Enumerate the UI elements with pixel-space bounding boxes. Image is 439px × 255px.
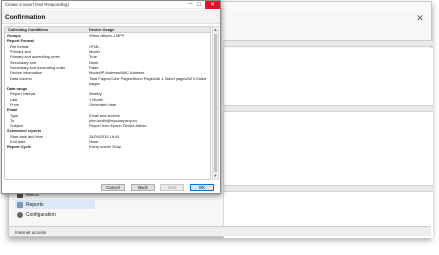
create-report-dialog: Create a report (Not Responding) — ☐ ✕ C… (1, 0, 221, 194)
dialog-title: Create a report (Not Responding) (5, 2, 69, 7)
dialog-titlebar: Create a report (Not Responding) — ☐ ✕ (2, 1, 220, 9)
nav-item-reports[interactable]: Reports (15, 200, 95, 209)
minimize-icon[interactable]: — (186, 1, 194, 9)
grid-row-key: File format (10, 43, 29, 49)
grid-section-row: Report Cycle Every month 1Day (5, 144, 210, 149)
grid-row-value: Model/IP Address/MAC Address (89, 70, 145, 76)
grid-row-key: Last (10, 96, 18, 102)
grid-row-value: Every month 1Day (89, 144, 122, 150)
grid-row-value: \Rimu office\LJ-MFP (89, 33, 125, 39)
next-button[interactable]: Next (160, 184, 184, 191)
grid-row-value: Report from Epson Device Admin (89, 123, 147, 129)
grid-rows: Groups \Rimu office\LJ-MFP Report Format Fi… (5, 33, 210, 150)
grid-row-value: pages (89, 80, 100, 86)
grid-row-value: Email and archive (89, 112, 120, 118)
nav-item-label: Reports (26, 201, 44, 208)
grid-header-value: Device Usage (89, 27, 115, 32)
nav-item-configuration[interactable]: Configuration (15, 210, 95, 219)
background-section-bar (223, 105, 433, 112)
grid-row-key: Data range (7, 86, 28, 92)
back-button[interactable]: Back (131, 184, 155, 191)
background-section-bar-lower (223, 185, 433, 192)
background-toolbar (223, 40, 433, 47)
grid-row-key: Start date and time (10, 133, 43, 139)
grid-row-value: True (89, 54, 97, 60)
status-bar: Internet access (9, 226, 431, 236)
grid-row-key: Scheduled reports (7, 128, 42, 134)
scroll-thumb[interactable] (214, 34, 217, 172)
grid-row-key: Report interval (10, 91, 36, 97)
report-icon (17, 201, 23, 208)
grid-row-key: Report Cycle (7, 144, 31, 150)
grid-row-key: Type (10, 112, 19, 118)
grid-row-value: False (89, 64, 99, 70)
grid-row-value: Model (89, 49, 100, 55)
grid-row-value: None (89, 139, 99, 145)
grid-row-key: To (10, 117, 15, 123)
grid-row-key: Device information (10, 70, 43, 76)
status-text: Internet access (15, 230, 47, 235)
background-content-pane (223, 48, 433, 238)
grid-row-value: None (89, 59, 99, 65)
grid-row-value: Total Pages/Color Pages/Mono Pages/All 1… (89, 75, 207, 81)
grid-row-key: Secondary sort Ascending order (10, 64, 66, 70)
scroll-down-icon[interactable]: ▼ (213, 173, 218, 179)
close-icon[interactable]: ✕ (205, 1, 220, 9)
grid-row-key: Report Format (7, 38, 34, 44)
grid-row-value: Generated date (89, 102, 117, 107)
maximize-icon[interactable]: ☐ (195, 1, 203, 9)
grid-row-value: 15/09/2015 16:44 (89, 133, 120, 139)
grid-row-key: End date (10, 139, 26, 145)
grid-row-key: Primary sort ascending order (10, 54, 60, 60)
grid-row-value: 1 Month (89, 96, 104, 102)
grid-row-value: john.smith@mycompany.eu (89, 117, 137, 123)
grid-row-value: Weekly (89, 91, 102, 97)
grid-row-key: Data column (10, 75, 32, 81)
gear-icon (17, 211, 23, 218)
grid-row-key: Secondary sort (10, 59, 37, 65)
background-nav: Alerts Reports Configuration (15, 190, 95, 220)
dialog-header: Confirmation (2, 10, 220, 24)
ok-button[interactable]: OK (190, 184, 214, 191)
grid-row-value: HTML (89, 43, 100, 49)
grid-scrollbar[interactable]: ▲ ▼ (212, 26, 219, 180)
grid-row-key: Primary sort (10, 49, 31, 55)
grid-row-key: Subject (10, 123, 23, 129)
cancel-button[interactable]: Cancel (101, 184, 125, 191)
grid-row-key: From (10, 102, 20, 107)
confirmation-grid: Collecting Conditions Device Usage Group… (4, 26, 211, 180)
grid-row-key: Email (7, 107, 18, 113)
background-close-icon[interactable]: ✕ (413, 14, 427, 23)
page-title: Confirmation (5, 14, 46, 21)
nav-item-label: Configuration (26, 211, 56, 218)
scroll-up-icon[interactable]: ▲ (213, 27, 218, 33)
grid-header-key: Collecting Conditions (8, 27, 49, 32)
grid-row-key: Groups (7, 33, 21, 39)
